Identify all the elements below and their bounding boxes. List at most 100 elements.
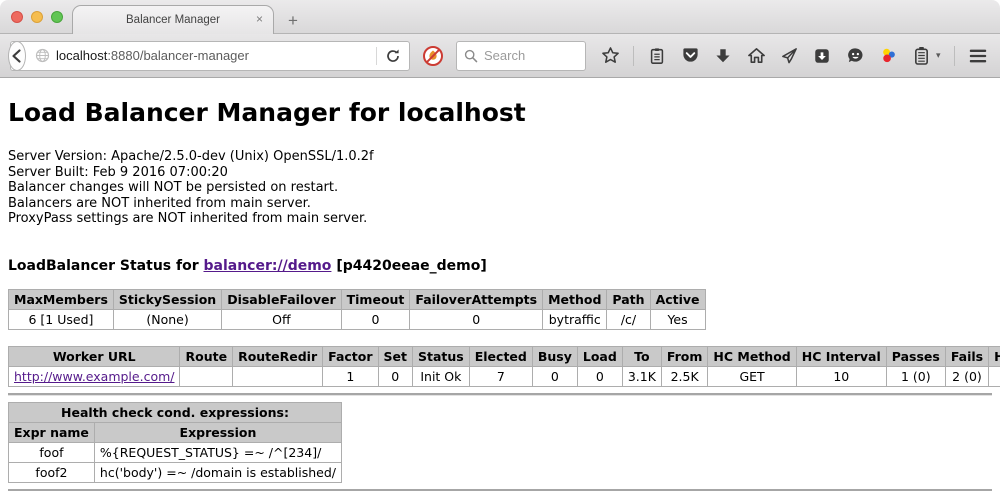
cell-from: 2.5K <box>661 366 708 386</box>
health-check-table: Health check cond. expressions: Expr nam… <box>8 402 342 483</box>
home-button[interactable] <box>746 46 766 66</box>
back-button[interactable] <box>8 41 26 71</box>
url-text[interactable]: localhost:8880/balancer-manager <box>56 48 368 63</box>
cell-disablefailover: Off <box>222 309 341 329</box>
minimize-window-button[interactable] <box>31 11 43 23</box>
worker-table-header-row: Worker URL Route RouteRedir Factor Set S… <box>9 346 1000 366</box>
clipboard-button[interactable] <box>647 46 667 66</box>
cell-factor: 1 <box>323 366 378 386</box>
cell-status: Init Ok <box>413 366 470 386</box>
bookmark-star-icon <box>601 46 620 65</box>
zoom-window-button[interactable] <box>51 11 63 23</box>
cell-routeredir <box>233 366 323 386</box>
search-bar[interactable]: Search <box>456 41 586 71</box>
col-factor: Factor <box>323 346 378 366</box>
flash-block-button[interactable] <box>422 45 444 67</box>
col-worker-url: Worker URL <box>9 346 180 366</box>
search-placeholder: Search <box>484 48 525 63</box>
col-maxmembers: MaxMembers <box>9 289 114 309</box>
col-failoverattempts: FailoverAttempts <box>410 289 543 309</box>
col-path: Path <box>607 289 650 309</box>
menu-button[interactable] <box>968 46 988 66</box>
smiley-icon <box>846 46 865 65</box>
cell-fails: 2 (0) <box>945 366 988 386</box>
home-icon <box>747 46 766 65</box>
balancer-demo-link[interactable]: balancer://demo <box>204 258 332 274</box>
cell-load: 0 <box>577 366 622 386</box>
share-button[interactable] <box>779 46 799 66</box>
cell-stickysession: (None) <box>113 309 221 329</box>
balancer-table-row: 6 [1 Used] (None) Off 0 0 bytraffic /c/ … <box>9 309 706 329</box>
loadbalancer-status-heading: LoadBalancer Status for balancer://demo … <box>8 258 992 274</box>
col-status: Status <box>413 346 470 366</box>
health-table-row: foof %{REQUEST_STATUS} =~ /^[234]/ <box>9 442 342 462</box>
cell-set: 0 <box>378 366 412 386</box>
balancer-table: MaxMembers StickySession DisableFailover… <box>8 289 706 330</box>
col-to: To <box>622 346 661 366</box>
toolbar-icons: ▾ <box>600 46 1000 66</box>
bookmark-star-button[interactable] <box>600 46 620 66</box>
close-window-button[interactable] <box>11 11 23 23</box>
back-icon <box>9 48 25 64</box>
proxypass-inherit-line: ProxyPass settings are NOT inherited fro… <box>8 211 992 227</box>
url-bar[interactable]: localhost:8880/balancer-manager <box>10 41 410 71</box>
col-passes: Passes <box>886 346 945 366</box>
page-content: Load Balancer Manager for localhost Serv… <box>0 78 1000 491</box>
health-table-title-row: Health check cond. expressions: <box>9 402 342 422</box>
server-version-line: Server Version: Apache/2.5.0-dev (Unix) … <box>8 149 992 165</box>
cell-expr-name-foof2: foof2 <box>9 462 95 482</box>
menu-hamburger-icon <box>968 47 988 65</box>
worker-url-link[interactable]: http://www.example.com/ <box>14 369 174 384</box>
col-hc-method: HC Method <box>708 346 796 366</box>
cell-busy: 0 <box>532 366 577 386</box>
cell-worker-url: http://www.example.com/ <box>9 366 180 386</box>
download-helper-button[interactable] <box>812 46 832 66</box>
col-routeredir: RouteRedir <box>233 346 323 366</box>
col-expression: Expression <box>94 422 341 442</box>
colored-dots-extension-button[interactable] <box>878 46 898 66</box>
window-controls <box>11 11 63 23</box>
url-divider <box>376 47 377 65</box>
downloads-button[interactable] <box>713 46 733 66</box>
url-path: :8880/balancer-manager <box>107 48 249 63</box>
pocket-button[interactable] <box>680 46 700 66</box>
new-tab-button[interactable]: + <box>288 12 298 29</box>
health-table-header-row: Expr name Expression <box>9 422 342 442</box>
browser-window: Balancer Manager × + localhost:8880/bala… <box>0 0 1000 491</box>
cell-to: 3.1K <box>622 366 661 386</box>
colored-dots-icon <box>879 46 898 65</box>
battery-icon <box>913 46 930 65</box>
col-load: Load <box>577 346 622 366</box>
balancers-inherit-line: Balancers are NOT inherited from main se… <box>8 196 992 212</box>
url-domain: localhost <box>56 48 107 63</box>
cell-passes: 1 (0) <box>886 366 945 386</box>
tab-title: Balancer Manager <box>126 14 220 26</box>
dropdown-caret-icon[interactable]: ▾ <box>936 50 941 61</box>
clipboard-icon <box>648 47 666 65</box>
col-elected: Elected <box>469 346 532 366</box>
cell-timeout: 0 <box>341 309 410 329</box>
pocket-icon <box>681 46 700 65</box>
title-bar: Balancer Manager × + <box>0 0 1000 34</box>
col-hc-interval: HC Interval <box>796 346 886 366</box>
reload-icon <box>385 48 401 64</box>
health-table-row: foof2 hc('body') =~ /domain is establish… <box>9 462 342 482</box>
worker-table-row: http://www.example.com/ 1 0 Init Ok 7 0 … <box>9 366 1000 386</box>
cell-hc-interval: 10 <box>796 366 886 386</box>
battery-extension-button[interactable] <box>911 46 931 66</box>
reload-button[interactable] <box>385 48 401 64</box>
persist-warning-line: Balancer changes will NOT be persisted o… <box>8 180 992 196</box>
downloads-icon <box>714 47 732 65</box>
smiley-extension-button[interactable] <box>845 46 865 66</box>
status-suffix: [p4420eeae_demo] <box>336 258 486 274</box>
cell-route <box>180 366 233 386</box>
col-stickysession: StickySession <box>113 289 221 309</box>
cell-hc-method: GET <box>708 366 796 386</box>
tab-close-icon[interactable]: × <box>256 13 263 25</box>
download-box-icon <box>813 47 831 65</box>
globe-icon <box>35 48 50 63</box>
tab-balancer-manager[interactable]: Balancer Manager × <box>72 5 274 34</box>
server-built-line: Server Built: Feb 9 2016 07:00:20 <box>8 165 992 181</box>
toolbar-separator-2 <box>954 46 955 66</box>
balancer-table-header-row: MaxMembers StickySession DisableFailover… <box>9 289 706 309</box>
